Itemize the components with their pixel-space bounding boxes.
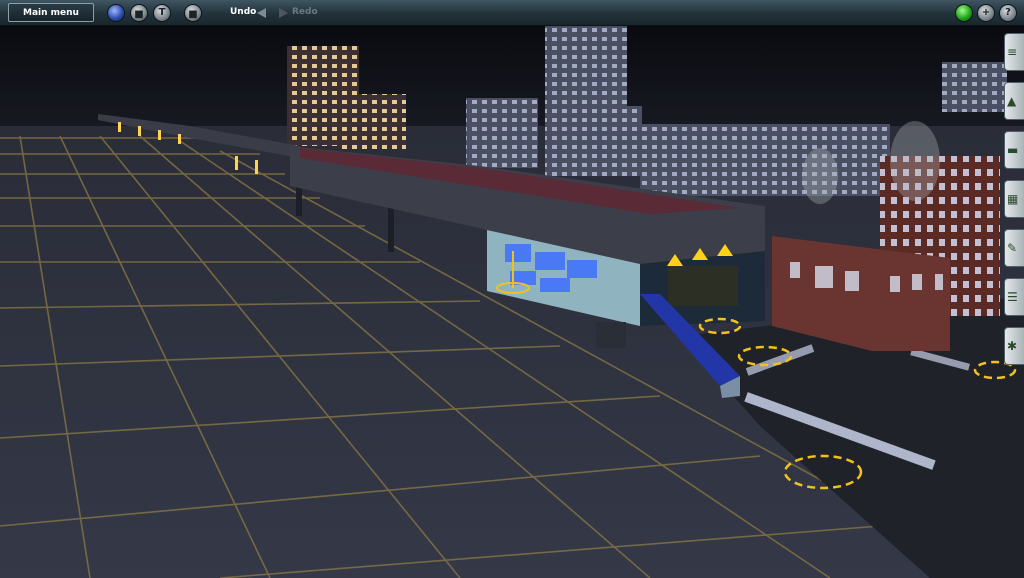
options-icon[interactable]: ■ [185, 5, 201, 21]
train-tool-icon[interactable]: ▬ [1004, 131, 1024, 169]
status-green-icon[interactable] [956, 5, 972, 21]
top-toolbar: Main menu ■ T ■ Undo Redo + ? [0, 0, 1024, 26]
objects-tool-icon[interactable]: ▦ [1004, 180, 1024, 218]
redo-button: Redo [292, 7, 318, 17]
globe-icon[interactable] [108, 5, 124, 21]
office-building-2 [580, 106, 642, 176]
track-pillar-2 [388, 202, 394, 252]
add-icon[interactable]: + [978, 5, 994, 21]
redo-arrow-icon [279, 8, 288, 18]
apartment-block [640, 124, 890, 196]
text-tool-icon[interactable]: T [154, 5, 170, 21]
help-icon[interactable]: ? [1000, 5, 1016, 21]
viewport-3d[interactable] [0, 26, 1024, 578]
toolbar-square-icon[interactable]: ■ [131, 5, 147, 21]
layers-tool-icon[interactable]: ☰ [1004, 278, 1024, 316]
track-tool-icon[interactable]: ≡ [1004, 33, 1024, 71]
settings-tool-icon[interactable]: ✱ [1004, 327, 1024, 365]
scene-canvas[interactable] [0, 26, 1024, 578]
far-building [942, 62, 1007, 112]
stairway-landing [596, 322, 626, 348]
undo-button[interactable]: Undo [230, 7, 256, 17]
hotel-annex [340, 94, 406, 149]
properties-tool-icon[interactable]: ✎ [1004, 229, 1024, 267]
office-building [466, 98, 538, 168]
undo-arrow-icon[interactable] [257, 8, 266, 18]
terrain-tool-icon[interactable]: ▲ [1004, 82, 1024, 120]
main-menu-button[interactable]: Main menu [8, 3, 94, 22]
